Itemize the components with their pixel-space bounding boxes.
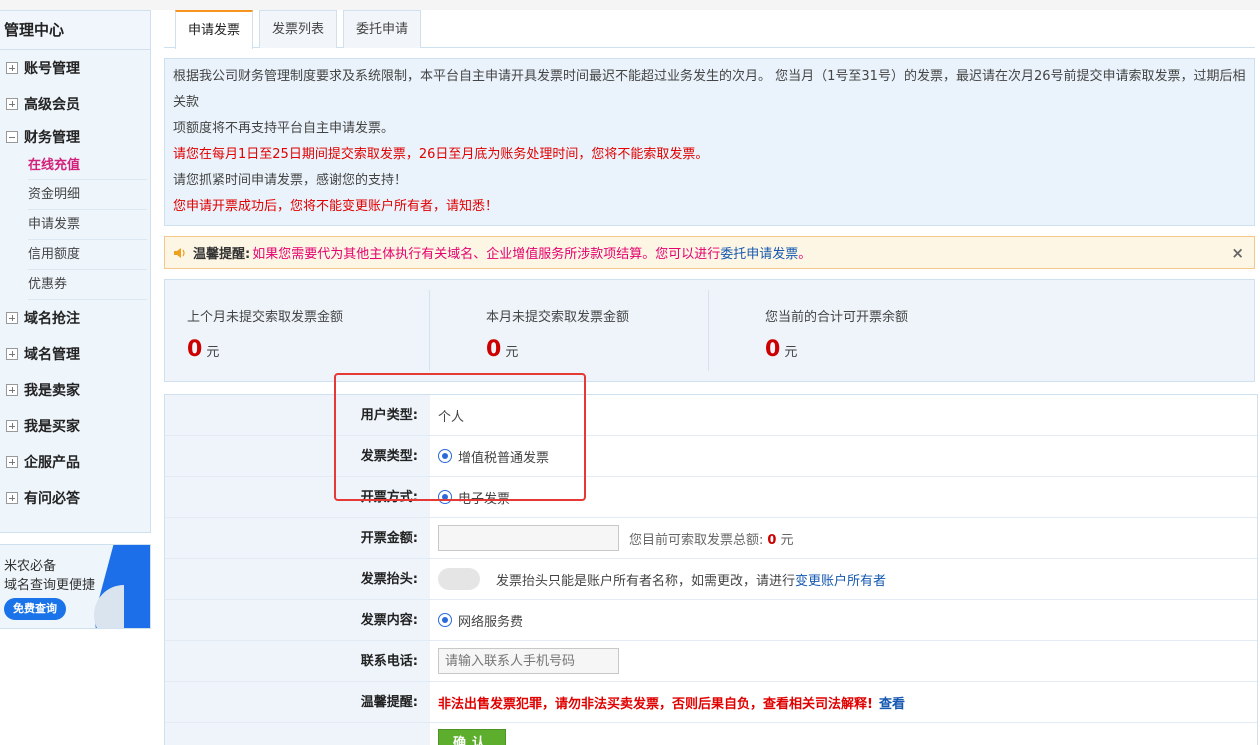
- expand-icon: [6, 312, 18, 324]
- invoice-type-label: 发票类型:: [165, 436, 430, 476]
- notice-text: 根据我公司财务管理制度要求及系统限制，本平台自主申请开具发票时间最迟不能超过业务…: [173, 69, 1246, 110]
- stat-label: 本月未提交索取发票金额: [486, 310, 630, 325]
- sidebar: 管理中心 账号管理 高级会员 财务管理 在线充值 资金明细 申请发票 信用额度 …: [0, 10, 151, 533]
- menu-item-vip[interactable]: 高级会员: [0, 86, 150, 122]
- view-link[interactable]: 查看: [879, 693, 905, 712]
- stat-last-month: 上个月未提交索取发票金额 0元: [165, 280, 430, 381]
- title-hint: 发票抬头只能是账户所有者名称，如需更改，请进行: [496, 573, 796, 589]
- invoice-form: 用户类型: 个人 发票类型: 增值税普通发票 开票方式: 电子发票 开票金额: …: [164, 394, 1258, 745]
- stat-unit: 元: [206, 345, 220, 360]
- form-row-content: 发票内容: 网络服务费: [165, 600, 1257, 641]
- tab-apply-invoice[interactable]: 申请发票: [175, 10, 254, 49]
- ad-title: 米农必备: [4, 559, 57, 574]
- stat-value: 0: [765, 337, 781, 362]
- method-label: 开票方式:: [165, 477, 430, 517]
- sidebar-item-apply-invoice[interactable]: 申请发票: [28, 210, 147, 240]
- expand-icon: [6, 492, 18, 504]
- stat-this-month: 本月未提交索取发票金额 0元: [430, 280, 709, 381]
- ad-subtitle: 域名查询更便捷: [4, 578, 96, 593]
- tab-bar: 申请发票 发票列表 委托申请: [164, 10, 1255, 49]
- content-value: 网络服务费: [458, 614, 524, 630]
- finance-submenu: 在线充值 资金明细 申请发票 信用额度 优惠券: [0, 152, 150, 300]
- menu-item-seller[interactable]: 我是卖家: [0, 372, 150, 408]
- stat-unit: 元: [505, 345, 519, 360]
- confirm-button[interactable]: 确认: [438, 729, 506, 745]
- amount-hint: 您目前可索取发票总额: 0 元: [629, 532, 794, 548]
- speaker-icon: [174, 247, 185, 258]
- top-strip: [0, 0, 1260, 10]
- amount-total: 0: [767, 532, 777, 548]
- main-content: 申请发票 发票列表 委托申请 根据我公司财务管理制度要求及系统限制，本平台自主申…: [164, 10, 1258, 745]
- expand-icon: [6, 384, 18, 396]
- warn-label: 温馨提醒:: [165, 682, 430, 722]
- form-row-user-type: 用户类型: 个人: [165, 395, 1257, 436]
- stat-total-balance: 您当前的合计可开票余额 0元: [709, 280, 1009, 381]
- sidebar-title: 管理中心: [0, 11, 150, 50]
- sidebar-item-fund-detail[interactable]: 资金明细: [28, 180, 147, 210]
- tab-entrust-apply[interactable]: 委托申请: [343, 10, 422, 48]
- menu-item-account[interactable]: 账号管理: [0, 50, 150, 86]
- notice-text: 项额度将不再支持平台自主申请发票。: [173, 121, 395, 136]
- amount-label: 开票金额:: [165, 518, 430, 558]
- title-toggle[interactable]: [438, 568, 480, 590]
- user-type-label: 用户类型:: [165, 395, 430, 435]
- ad-decoration: [94, 585, 124, 628]
- sidebar-item-credit[interactable]: 信用额度: [28, 240, 147, 270]
- collapse-icon: [6, 131, 18, 143]
- menu-item-enterprise[interactable]: 企服产品: [0, 444, 150, 480]
- ad-button[interactable]: 免费查询: [4, 598, 66, 620]
- amount-input[interactable]: [438, 525, 619, 551]
- notice-box: 根据我公司财务管理制度要求及系统限制，本平台自主申请开具发票时间最迟不能超过业务…: [164, 58, 1255, 226]
- tip-label: 温馨提醒:: [193, 247, 251, 262]
- form-row-method: 开票方式: 电子发票: [165, 477, 1257, 518]
- expand-icon: [6, 456, 18, 468]
- warn-text: 非法出售发票犯罪，请勿非法买卖发票，否则后果自负，查看相关司法解释!: [438, 696, 873, 712]
- stat-value: 0: [486, 337, 502, 362]
- notice-text: 请您抓紧时间申请发票，感谢您的支持！: [173, 173, 408, 188]
- title-label: 发票抬头:: [165, 559, 430, 599]
- expand-icon: [6, 98, 18, 110]
- user-type-value: 个人: [438, 409, 465, 425]
- phone-input[interactable]: [438, 648, 619, 674]
- ad-banner[interactable]: 米农必备 域名查询更便捷 免费查询: [0, 544, 151, 629]
- form-row-invoice-type: 发票类型: 增值税普通发票: [165, 436, 1257, 477]
- invoice-type-radio[interactable]: [438, 449, 452, 463]
- stats-panel: 上个月未提交索取发票金额 0元 本月未提交索取发票金额 0元 您当前的合计可开票…: [164, 279, 1255, 382]
- menu-item-domain-snap[interactable]: 域名抢注: [0, 300, 150, 336]
- form-row-title: 发票抬头: 发票抬头只能是账户所有者名称，如需更改，请进行 变更账户所有者: [165, 559, 1257, 600]
- form-row-submit: 确认: [165, 723, 1257, 745]
- menu-item-buyer[interactable]: 我是买家: [0, 408, 150, 444]
- expand-icon: [6, 420, 18, 432]
- notice-warning: 您申请开票成功后，您将不能变更账户所有者，请知悉！: [173, 199, 499, 214]
- invoice-type-value: 增值税普通发票: [458, 450, 550, 466]
- change-owner-link[interactable]: 变更账户所有者: [795, 570, 886, 589]
- menu-item-finance[interactable]: 财务管理: [0, 122, 150, 152]
- tip-bar: 温馨提醒: 如果您需要代为其他主体执行有关域名、企业增值服务所涉款项结算。您可以…: [164, 236, 1255, 269]
- notice-warning: 请您在每月1日至25日期间提交索取发票，26日至月底为账务处理时间，您将不能索取…: [173, 147, 709, 162]
- expand-icon: [6, 62, 18, 74]
- stat-unit: 元: [784, 345, 798, 360]
- sidebar-item-coupon[interactable]: 优惠券: [28, 270, 147, 300]
- expand-icon: [6, 348, 18, 360]
- tab-invoice-list[interactable]: 发票列表: [259, 10, 338, 48]
- form-row-phone: 联系电话:: [165, 641, 1257, 682]
- tip-end: 。: [798, 247, 812, 262]
- content-label: 发票内容:: [165, 600, 430, 640]
- method-radio[interactable]: [438, 490, 452, 504]
- tip-text: 如果您需要代为其他主体执行有关域名、企业增值服务所涉款项结算。您可以进行: [252, 247, 721, 262]
- content-radio[interactable]: [438, 613, 452, 627]
- form-row-warning: 温馨提醒: 非法出售发票犯罪，请勿非法买卖发票，否则后果自负，查看相关司法解释!…: [165, 682, 1257, 723]
- stat-label: 上个月未提交索取发票金额: [187, 310, 344, 325]
- form-row-amount: 开票金额: 您目前可索取发票总额: 0 元: [165, 518, 1257, 559]
- stat-value: 0: [187, 337, 203, 362]
- sidebar-item-recharge[interactable]: 在线充值: [28, 152, 147, 180]
- stat-label: 您当前的合计可开票余额: [765, 310, 909, 325]
- entrust-invoice-link[interactable]: 委托申请发票: [720, 243, 798, 262]
- menu-item-faq[interactable]: 有问必答: [0, 480, 150, 516]
- menu-item-domain-manage[interactable]: 域名管理: [0, 336, 150, 372]
- method-value: 电子发票: [458, 491, 511, 507]
- phone-label: 联系电话:: [165, 641, 430, 681]
- close-icon[interactable]: ×: [1231, 244, 1244, 262]
